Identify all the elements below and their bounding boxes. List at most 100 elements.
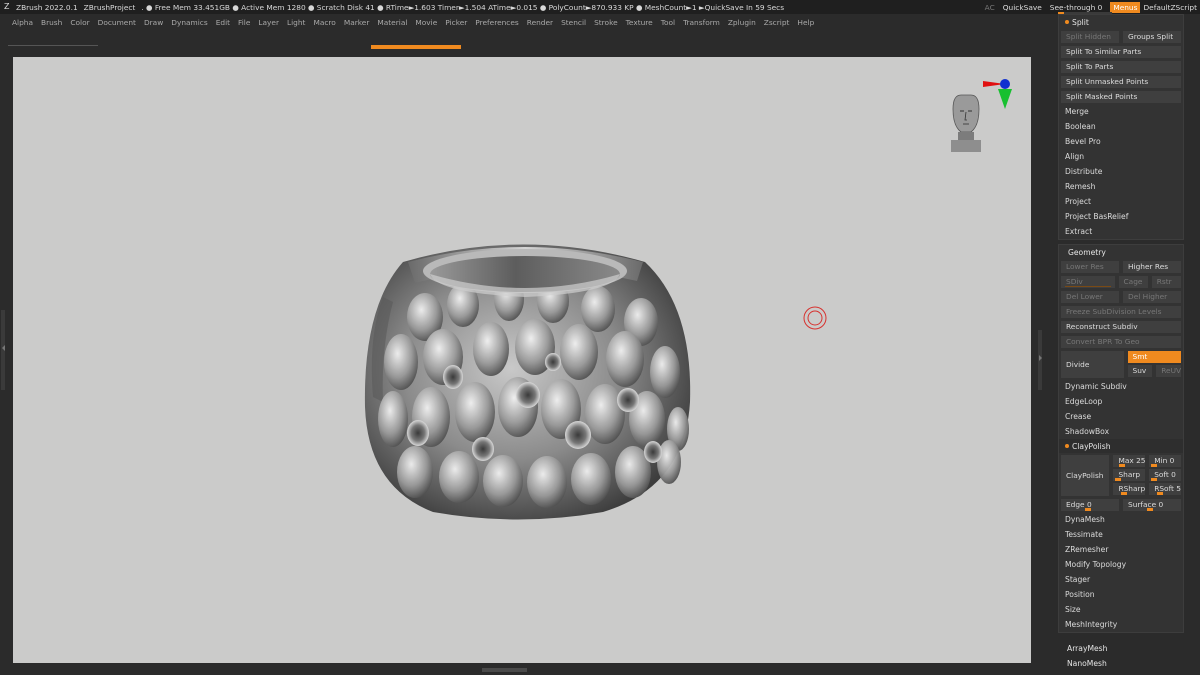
shadowbox-item[interactable]: ShadowBox [1059,424,1183,439]
del-higher-button[interactable]: Del Higher [1123,290,1181,303]
rstr-button[interactable]: Rstr [1151,275,1181,288]
min-slider[interactable]: Min 0 [1149,455,1181,467]
menu-dynamics[interactable]: Dynamics [171,18,207,27]
suv-toggle[interactable]: Suv [1127,365,1153,377]
menu-draw[interactable]: Draw [144,18,163,27]
reuv-toggle[interactable]: ReUV [1156,365,1181,377]
app-title: ZBrush 2022.0.1 [16,2,78,12]
surface-slider[interactable]: Surface 0 [1123,498,1181,511]
claypolish-button[interactable]: ClayPolish [1061,454,1110,496]
lower-res-button[interactable]: Lower Res [1061,260,1119,273]
size-item[interactable]: Size [1059,602,1183,617]
distribute-item[interactable]: Distribute [1059,164,1183,179]
arraymesh-item[interactable]: ArrayMesh [1060,644,1167,653]
menu-texture[interactable]: Texture [626,18,653,27]
menu-layer[interactable]: Layer [258,18,279,27]
project-name: ZBrushProject [83,2,136,12]
bottom-tray-handle[interactable] [482,668,527,672]
split-to-parts-button[interactable]: Split To Parts [1061,60,1181,73]
align-item[interactable]: Align [1059,149,1183,164]
stager-item[interactable]: Stager [1059,572,1183,587]
edgeloop-item[interactable]: EdgeLoop [1059,394,1183,409]
canvas-svg [364,79,1012,520]
split-header[interactable]: Split [1059,15,1183,29]
see-through-slider[interactable]: See-through 0 [1049,2,1112,14]
ac-toggle[interactable]: AC [985,3,995,12]
nanomesh-item[interactable]: NanoMesh [1060,659,1167,668]
menu-render[interactable]: Render [527,18,553,27]
higher-res-button[interactable]: Higher Res [1123,260,1181,273]
sdiv-slider[interactable]: SDiv [1061,275,1115,288]
rsoft-slider[interactable]: RSoft 5 [1149,483,1181,495]
divide-button[interactable]: Divide [1061,350,1124,378]
split-hidden-button[interactable]: Split Hidden [1061,30,1119,43]
smt-toggle[interactable]: Smt [1127,351,1181,363]
geometry-header[interactable]: Geometry [1059,245,1183,259]
menu-transform[interactable]: Transform [683,18,720,27]
menu-edit[interactable]: Edit [216,18,230,27]
sharp-slider[interactable]: Sharp [1113,469,1146,481]
tool-palette: Split Split Hidden Groups Split Split To… [1058,14,1184,637]
cage-button[interactable]: Cage [1118,275,1148,288]
menu-zplugin[interactable]: Zplugin [728,18,756,27]
position-item[interactable]: Position [1059,587,1183,602]
menu-light[interactable]: Light [287,18,305,27]
dynamesh-item[interactable]: DynaMesh [1059,512,1183,527]
menus-button[interactable]: Menus [1110,1,1141,13]
meshintegrity-item[interactable]: MeshIntegrity [1059,617,1183,632]
groups-split-button[interactable]: Groups Split [1123,30,1181,43]
project-basrelief-item[interactable]: Project BasRelief [1059,209,1183,224]
max-slider[interactable]: Max 25 [1113,455,1146,467]
menu-stroke[interactable]: Stroke [594,18,618,27]
canvas-viewport[interactable] [13,57,1031,663]
project-item[interactable]: Project [1059,194,1183,209]
right-tray-handle[interactable] [1036,330,1044,390]
menu-movie[interactable]: Movie [415,18,437,27]
split-to-similar-parts-button[interactable]: Split To Similar Parts [1061,45,1181,58]
menu-document[interactable]: Document [98,18,136,27]
menu-zscript[interactable]: Zscript [764,18,790,27]
tessimate-item[interactable]: Tessimate [1059,527,1183,542]
modify-topology-item[interactable]: Modify Topology [1059,557,1183,572]
menu-tool[interactable]: Tool [661,18,675,27]
menu-color[interactable]: Color [70,18,89,27]
remesh-item[interactable]: Remesh [1059,179,1183,194]
menu-stencil[interactable]: Stencil [561,18,586,27]
menu-picker[interactable]: Picker [445,18,467,27]
split-unmasked-points-button[interactable]: Split Unmasked Points [1061,75,1181,88]
split-section: Split Split Hidden Groups Split Split To… [1058,14,1184,240]
menu-material[interactable]: Material [377,18,407,27]
split-masked-points-button[interactable]: Split Masked Points [1061,90,1181,103]
crease-item[interactable]: Crease [1059,409,1183,424]
geometry-section: Geometry Lower Res Higher Res SDiv Cage … [1058,244,1184,633]
split-dot-icon [1065,20,1069,24]
left-tray-handle[interactable] [0,310,7,390]
dynamic-subdiv-item[interactable]: Dynamic Subdiv [1059,379,1183,394]
menu-alpha[interactable]: Alpha [12,18,33,27]
menu-brush[interactable]: Brush [41,18,62,27]
see-through-label: See-through 0 [1049,2,1103,12]
edge-slider[interactable]: Edge 0 [1061,498,1119,511]
quicksave-button[interactable]: QuickSave [1003,3,1042,12]
zbrush-logo-icon: Z [4,2,10,11]
extract-item[interactable]: Extract [1059,224,1183,239]
menu-file[interactable]: File [238,18,250,27]
default-zscript-button[interactable]: DefaultZScript [1143,3,1197,12]
freeze-subdivision-levels-button[interactable]: Freeze SubDivision Levels [1061,305,1181,318]
menu-marker[interactable]: Marker [344,18,370,27]
soft-slider[interactable]: Soft 0 [1149,469,1181,481]
boolean-item[interactable]: Boolean [1059,119,1183,134]
active-shelf-tab[interactable] [371,45,461,49]
claypolish-header[interactable]: ClayPolish [1059,439,1183,453]
status-stats: . ● Free Mem 33.451GB ● Active Mem 1280 … [141,2,785,12]
del-lower-button[interactable]: Del Lower [1061,290,1119,303]
menu-help[interactable]: Help [797,18,814,27]
bevel-pro-item[interactable]: Bevel Pro [1059,134,1183,149]
merge-item[interactable]: Merge [1059,104,1183,119]
zremesher-item[interactable]: ZRemesher [1059,542,1183,557]
rsharp-slider[interactable]: RSharp [1113,483,1146,495]
reconstruct-subdiv-button[interactable]: Reconstruct Subdiv [1061,320,1181,333]
menu-macro[interactable]: Macro [313,18,335,27]
convert-bpr-to-geo-button[interactable]: Convert BPR To Geo [1061,335,1181,348]
menu-preferences[interactable]: Preferences [475,18,518,27]
